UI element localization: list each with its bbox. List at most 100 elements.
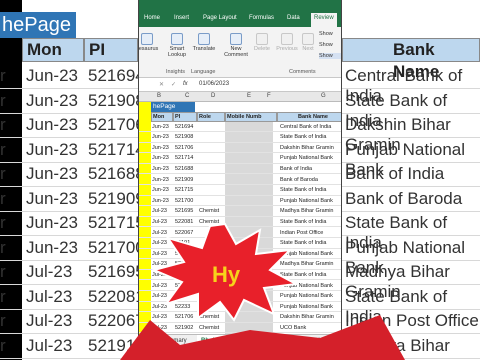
cell-bank[interactable]: State Bank of India [280,187,341,193]
cell-pin[interactable]: 521688 [175,166,197,172]
cell-pin[interactable]: 521715 [175,187,197,193]
show-ink-button[interactable]: Show [319,53,341,59]
cell-role[interactable]: Chemist [199,325,225,331]
table-row[interactable]: Jun-23 521694 Central Bank of India [139,122,341,132]
tab-insert[interactable]: Insert [174,15,189,21]
tab-data[interactable]: Data [287,15,300,21]
delete-comment-button[interactable]: Delete [251,33,273,52]
sheet-title-cell[interactable]: hePage [151,102,195,112]
cell-mon[interactable]: Jun-23 [152,155,174,161]
cell-pin[interactable]: 521706 [175,145,197,151]
cell-mon[interactable]: Jul-23 [152,325,174,331]
sheet-tab-summary[interactable]: Summary [161,338,187,344]
cell-bank[interactable]: Madhya Bihar Gramin [280,208,341,214]
previous-comment-button[interactable]: Previous [275,33,299,52]
table-row[interactable]: Jun-23 521908 State Bank of India [139,133,341,143]
translate-label: Translate [192,46,216,52]
header-mon[interactable]: Mon [151,112,173,122]
col-header-g[interactable]: G [321,93,326,99]
cell-pin[interactable]: 521908 [175,134,197,140]
sheet-tab-katihar[interactable]: Katihar [242,338,261,344]
bg-cell-mon: Jun-23 [26,139,78,159]
cell-mon[interactable]: Jun-23 [152,166,174,172]
tab-formulas[interactable]: Formulas [249,15,274,21]
header-pin[interactable]: PI [173,112,197,122]
bg-cell-bank: Madhya Bihar Gramin [345,335,450,360]
enter-icon[interactable]: ✓ [171,81,176,88]
header-mobile[interactable]: Mobile Numb [225,112,277,122]
sheet-tab-kishanganj[interactable]: Kishanganj [271,338,301,344]
cell-mon[interactable]: Jun-23 [152,187,174,193]
cell-bank[interactable]: Dakshin Bihar Gramin [280,145,341,151]
cell-bank[interactable]: Punjab National Bank [280,155,341,161]
cell-bank[interactable]: Central Bank of India [280,124,341,130]
next-comment-button[interactable]: Next [299,33,317,52]
cell-mon[interactable]: Jul-23 [152,208,174,214]
show-comment-button[interactable]: Show [319,31,341,37]
translate-button[interactable]: Translate [191,33,217,52]
sheet-tab-madhu[interactable]: Madhu [315,338,333,344]
table-row[interactable]: Jun-23 521706 Dakshin Bihar Gramin [139,143,341,154]
cell-bank[interactable]: Bank of Baroda [280,177,341,183]
bg-cell-pin: 521706 [88,115,145,134]
bg-cell-mon: Jun-23 [26,66,78,85]
bg-cell-mon: Jun-23 [26,213,78,232]
cell-bank[interactable]: State Bank of India [280,134,341,140]
ribbon-review: hesaurus Smart Lookup Translate New Comm… [139,27,341,78]
next-label: Next [302,46,314,52]
bg-cell-pin: 521911 [88,335,144,355]
sheet-tab-bhojpur[interactable]: Bhojpur [197,335,228,349]
status-bar [139,348,341,360]
thesaurus-label: hesaurus [138,46,159,52]
bg-cell-pin: 521909 [88,188,145,208]
col-header-d[interactable]: D [211,93,215,99]
bg-cell-bank: Indian Post Office [345,311,479,330]
cell-bank[interactable]: Punjab National Bank [280,198,341,204]
formula-input[interactable]: 01/06/2023 [199,81,229,87]
cancel-icon[interactable]: ✕ [159,81,164,88]
smart-lookup-button[interactable]: Smart Lookup [165,33,189,58]
cell-pin[interactable]: 521902 [175,325,197,331]
show-ink-label: Show [319,53,333,59]
table-row[interactable]: Jul-23 521695 Chemist Madhya Bihar Gramin [139,207,341,217]
fx-icon[interactable]: fx [183,81,188,87]
col-header-e[interactable]: E [247,93,251,99]
bg-cell-pin: 521695 [88,262,145,281]
table-row[interactable]: Jun-23 521688 Bank of India [139,164,341,175]
cell-pin[interactable]: 521714 [175,155,197,161]
cell-pin[interactable]: 521694 [175,124,197,130]
cell-mon[interactable]: Jun-23 [152,198,174,204]
header-role[interactable]: Role [197,112,225,122]
cell-bank[interactable]: Bank of India [280,166,341,172]
cell-role[interactable]: Chemist [199,208,225,214]
cell-mon[interactable]: Jun-23 [152,145,174,151]
show-all-label: Show [319,42,333,48]
cell-pin[interactable]: 521909 [175,177,197,183]
tab-home[interactable]: Home [144,15,160,21]
table-row[interactable]: Jun-23 521715 State Bank of India [139,186,341,196]
show-all-comments-button[interactable]: Show [319,42,341,48]
bg-cell-mon: Jul-23 [26,262,73,281]
new-comment-label: New Comment [224,46,248,58]
cell-pin[interactable]: 521700 [175,198,197,204]
col-header-f[interactable]: F [267,93,271,99]
col-header-b[interactable]: B [157,93,161,99]
header-bank[interactable]: Bank Name [277,112,341,122]
tab-page-layout[interactable]: Page Layout [203,15,237,21]
table-row[interactable]: Jun-23 521714 Punjab National Bank [139,154,341,164]
cell-mon[interactable]: Jun-23 [152,124,174,130]
cell-mon[interactable]: Jun-23 [152,177,174,183]
cell-mon[interactable]: Jun-23 [152,134,174,140]
table-row[interactable]: Jun-23 521909 Bank of Baroda [139,175,341,185]
col-header-c[interactable]: C [185,93,189,99]
thesaurus-button[interactable]: hesaurus [138,33,159,52]
cell-bank[interactable]: UCO Bank [280,325,341,331]
delete-label: Delete [254,46,270,52]
tab-review[interactable]: Review [311,13,337,27]
cell-pin[interactable]: 521695 [175,208,197,214]
table-row[interactable]: Jul-23 521902 Chemist UCO Bank [139,323,341,334]
previous-icon [281,33,293,45]
bg-header-bank: Bank Name [342,38,480,81]
table-row[interactable]: Jun-23 521700 Punjab National Bank [139,196,341,207]
new-comment-button[interactable]: New Comment [223,33,249,58]
